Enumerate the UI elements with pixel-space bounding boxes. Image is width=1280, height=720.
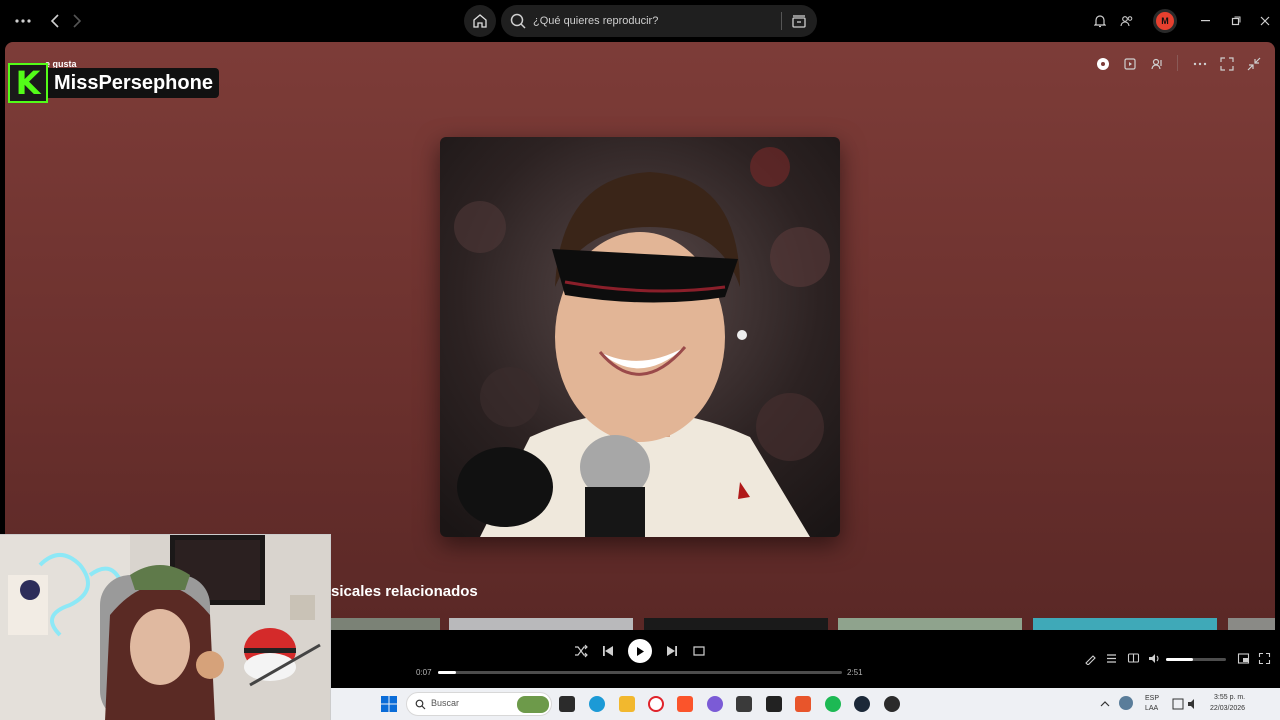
repeat-icon[interactable] bbox=[692, 644, 706, 658]
previous-icon[interactable] bbox=[601, 644, 615, 658]
speaker-icon[interactable] bbox=[1187, 698, 1199, 710]
queue-video-icon[interactable] bbox=[1122, 56, 1138, 72]
search-icon bbox=[510, 13, 526, 29]
stream-badge: K MissPersephone bbox=[8, 63, 219, 103]
webcam-overlay bbox=[0, 534, 331, 720]
more-dots-icon[interactable] bbox=[12, 10, 34, 32]
minimize-icon[interactable] bbox=[1195, 10, 1217, 32]
chrome-icon[interactable] bbox=[707, 696, 723, 712]
friends-icon[interactable] bbox=[1116, 10, 1138, 32]
epic-games-icon[interactable] bbox=[766, 696, 782, 712]
play-button[interactable] bbox=[628, 639, 652, 663]
clock-date[interactable]: 22/03/2026 bbox=[1210, 705, 1245, 712]
next-icon[interactable] bbox=[665, 644, 679, 658]
edge-icon[interactable] bbox=[589, 696, 605, 712]
volume-slider[interactable] bbox=[1166, 658, 1226, 661]
home-icon bbox=[473, 14, 487, 28]
volume-fill bbox=[1166, 658, 1193, 661]
search-divider bbox=[781, 12, 782, 30]
devices-icon[interactable] bbox=[1127, 652, 1140, 665]
album-artwork bbox=[440, 137, 840, 537]
lyrics-icon[interactable] bbox=[1095, 56, 1111, 72]
opera-icon[interactable] bbox=[648, 696, 664, 712]
search-highlight-image bbox=[517, 696, 549, 713]
task-view-icon[interactable] bbox=[559, 696, 575, 712]
obs-icon[interactable] bbox=[736, 696, 752, 712]
restore-icon[interactable] bbox=[1225, 10, 1247, 32]
spotify-icon[interactable] bbox=[825, 696, 841, 712]
game-app-icon[interactable] bbox=[795, 696, 811, 712]
browse-icon[interactable] bbox=[789, 11, 809, 31]
taskbar-search[interactable]: Buscar bbox=[406, 692, 552, 716]
top-bar: ¿Qué quieres reproducir? M bbox=[0, 0, 1280, 42]
total-time: 2:51 bbox=[847, 668, 863, 677]
related-artists-title: sicales relacionados bbox=[331, 583, 478, 600]
bell-icon[interactable] bbox=[1089, 10, 1111, 32]
wifi-icon[interactable] bbox=[1172, 698, 1184, 710]
queue-icon[interactable] bbox=[1105, 652, 1118, 665]
volume-icon[interactable] bbox=[1148, 652, 1161, 665]
current-time: 0:07 bbox=[416, 668, 432, 677]
chevron-left-icon[interactable] bbox=[44, 10, 66, 32]
windows-start-icon[interactable] bbox=[381, 696, 397, 712]
lang-top: ESP bbox=[1145, 695, 1160, 702]
related-thumb-1[interactable] bbox=[331, 618, 440, 630]
more-options-icon[interactable] bbox=[1192, 56, 1208, 72]
collapse-icon[interactable] bbox=[1246, 56, 1262, 72]
avatar[interactable]: M bbox=[1153, 9, 1177, 33]
kick-logo: K bbox=[8, 63, 48, 103]
file-explorer-icon[interactable] bbox=[619, 696, 635, 712]
app-window: ¿Qué quieres reproducir? M e gusta sical… bbox=[0, 0, 1280, 720]
chevron-right-icon[interactable] bbox=[66, 10, 88, 32]
tray-mic-icon[interactable] bbox=[1119, 696, 1133, 710]
clock-time[interactable]: 3:55 p. m. bbox=[1214, 694, 1245, 701]
steam-icon[interactable] bbox=[854, 696, 870, 712]
stream-handle: MissPersephone bbox=[48, 68, 219, 98]
search-input[interactable]: ¿Qué quieres reproducir? bbox=[533, 5, 658, 37]
related-thumb-4[interactable] bbox=[838, 618, 1022, 630]
tray-chevron-up-icon[interactable] bbox=[1100, 700, 1110, 708]
progress-bar[interactable] bbox=[438, 671, 842, 674]
related-thumb-5[interactable] bbox=[1033, 618, 1217, 630]
app-notification-icon[interactable] bbox=[884, 696, 900, 712]
progress-fill bbox=[438, 671, 457, 674]
icons-divider bbox=[1177, 55, 1178, 71]
related-thumb-3[interactable] bbox=[644, 618, 828, 630]
lang-bottom: LAA bbox=[1145, 705, 1159, 712]
fullscreen-player-icon[interactable] bbox=[1258, 652, 1271, 665]
shuffle-icon[interactable] bbox=[574, 644, 588, 658]
related-thumb-2[interactable] bbox=[449, 618, 633, 630]
close-icon[interactable] bbox=[1254, 10, 1276, 32]
home-button[interactable] bbox=[464, 5, 496, 37]
taskbar-search-icon bbox=[415, 699, 426, 710]
brave-icon[interactable] bbox=[677, 696, 693, 712]
taskbar-search-label: Buscar bbox=[431, 698, 460, 708]
mic-edit-icon[interactable] bbox=[1084, 652, 1097, 665]
miniplayer-icon[interactable] bbox=[1237, 652, 1250, 665]
related-thumb-6[interactable] bbox=[1228, 618, 1275, 630]
play-icon bbox=[637, 646, 644, 656]
fullscreen-icon[interactable] bbox=[1219, 56, 1235, 72]
connect-device-icon[interactable] bbox=[1149, 56, 1165, 72]
search-bar[interactable]: ¿Qué quieres reproducir? bbox=[501, 5, 817, 37]
